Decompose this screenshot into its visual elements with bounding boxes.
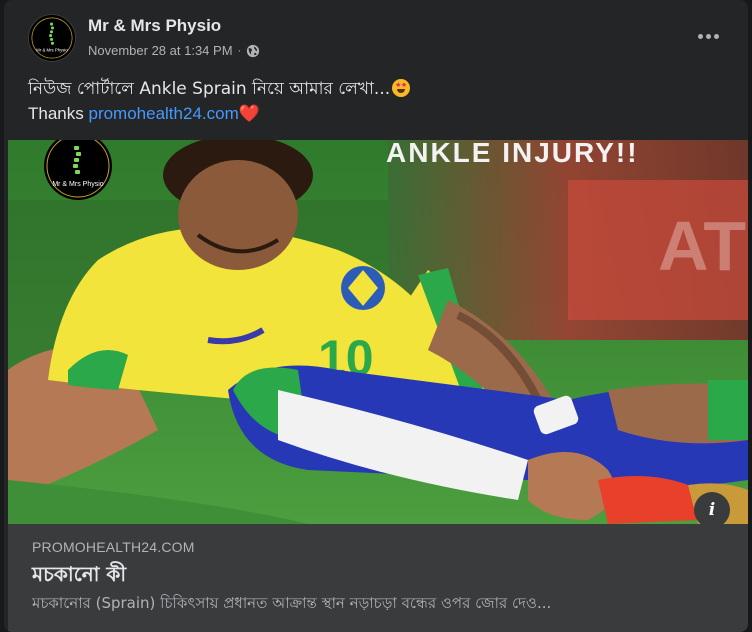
thanks-text: Thanks [28, 104, 89, 123]
image-overlay-title: ANKLE INJURY!! [386, 140, 639, 168]
link-title[interactable]: মচকানো কী [32, 560, 126, 593]
svg-text:AT: AT [658, 207, 746, 285]
feed-post: Mr & Mrs Physio Mr & Mrs Physio November… [4, 0, 748, 632]
link-preview[interactable]: PROMOHEALTH24.COM মচকানো কী মচকানোর (Spr… [8, 524, 748, 632]
post-text: নিউজ পোর্টালে Ankle Sprain নিয়ে আমার লে… [28, 79, 391, 99]
meta-separator: · [237, 44, 242, 57]
post-header: Mr & Mrs Physio Mr & Mrs Physio November… [4, 0, 748, 70]
svg-text:Mr & Mrs Physio: Mr & Mrs Physio [36, 47, 68, 52]
globe-icon[interactable] [246, 44, 260, 58]
page-name[interactable]: Mr & Mrs Physio [88, 16, 221, 36]
more-options-icon[interactable] [694, 24, 722, 48]
heart-emoji-icon: ❤️ [238, 104, 260, 123]
page-avatar[interactable]: Mr & Mrs Physio [28, 14, 76, 62]
link-domain: PROMOHEALTH24.COM [32, 539, 195, 555]
info-icon[interactable]: i [694, 492, 730, 524]
post-text-line-2: Thanks promohealth24.com❤️ [28, 104, 260, 124]
post-text-line-1: নিউজ পোর্টালে Ankle Sprain নিয়ে আমার লে… [28, 76, 411, 104]
promohealth-link[interactable]: promohealth24.com [88, 104, 238, 123]
post-meta: November 28 at 1:34 PM · [88, 43, 260, 58]
star-struck-emoji-icon [392, 79, 411, 97]
post-image[interactable]: AT Mr & Mrs Physio ANKLE INJURY!! 10 i [8, 140, 748, 524]
avatar-logo-icon: Mr & Mrs Physio [29, 15, 75, 61]
football-injury-photo: AT Mr & Mrs Physio ANKLE INJURY!! 10 [8, 140, 748, 524]
image-logo-text: Mr & Mrs Physio [52, 181, 103, 188]
link-description: মচকানোর (Sprain) চিকিৎসায় প্রধানত আক্রা… [32, 594, 552, 612]
post-timestamp[interactable]: November 28 at 1:34 PM [88, 43, 233, 58]
